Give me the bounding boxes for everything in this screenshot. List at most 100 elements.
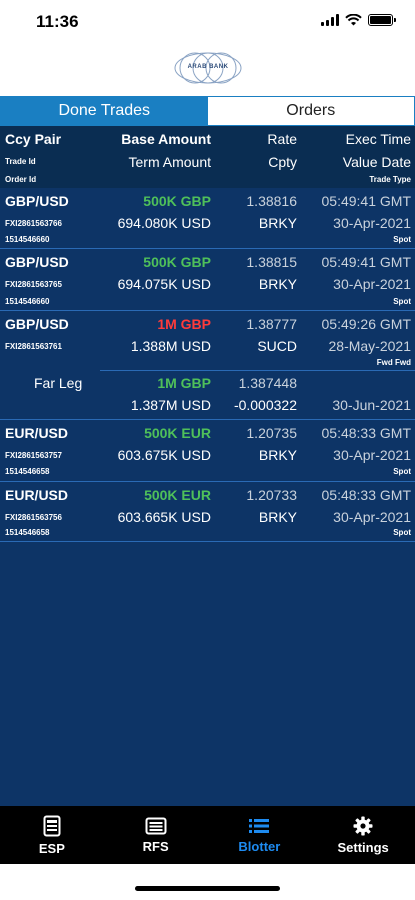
home-area (0, 864, 415, 900)
trade-id: FXI2861563765 (5, 280, 62, 289)
trade-type: Fwd Fwd (376, 358, 411, 367)
order-id: 1514546658 (5, 467, 50, 476)
trade-id: FXI2861563756 (5, 513, 62, 522)
exec-time: 05:49:26 GMT (321, 316, 412, 332)
far-leg-rate: 1.387448 (238, 375, 297, 391)
base-amount: 1M GBP (157, 316, 211, 332)
rate: 1.38816 (246, 193, 297, 209)
ccy-pair: GBP/USD (5, 254, 69, 270)
value-date: 30-Apr-2021 (333, 447, 411, 463)
far-leg-divider (100, 370, 415, 371)
ccy-pair: EUR/USD (5, 425, 69, 441)
status-bar: 11:36 (0, 0, 415, 46)
nav-esp[interactable]: ESP (0, 806, 104, 864)
far-leg-term-amount: 1.387M USD (130, 397, 211, 413)
order-id: 1514546660 (5, 235, 50, 244)
gear-icon (353, 816, 373, 835)
blotter-icon (249, 818, 270, 833)
value-date: 30-Apr-2021 (333, 509, 411, 525)
nav-blotter-label: Blotter (238, 838, 281, 854)
exec-time: 05:49:41 GMT (321, 193, 412, 209)
logo-text: ARAB BANK (187, 64, 229, 70)
order-id: 1514546660 (5, 297, 50, 306)
bank-logo: ARAB BANK (173, 50, 243, 86)
nav-settings[interactable]: Settings (311, 806, 415, 864)
rfs-icon (145, 817, 167, 834)
trade-id: FXI2861563757 (5, 451, 62, 460)
far-leg-base-amount: 1M GBP (157, 375, 211, 391)
term-amount: 603.675K USD (117, 447, 211, 463)
header-trade-type: Trade Type (369, 175, 411, 184)
trade-row[interactable]: GBP/USD FXI2861563761 1M GBP 1.388M USD … (0, 311, 415, 420)
cpty: SUCD (257, 338, 297, 354)
nav-esp-label: ESP (38, 840, 65, 856)
wifi-icon (345, 14, 362, 26)
trade-type: Spot (393, 297, 411, 306)
nav-blotter[interactable]: Blotter (208, 806, 312, 864)
base-amount: 500K GBP (143, 193, 211, 209)
ccy-pair: GBP/USD (5, 316, 69, 332)
nav-settings-label: Settings (337, 839, 389, 855)
rate: 1.38815 (246, 254, 297, 270)
tab-done-trades[interactable]: Done Trades (1, 97, 208, 125)
ccy-pair: GBP/USD (5, 193, 69, 209)
ccy-pair: EUR/USD (5, 487, 69, 503)
header-exec-time[interactable]: Exec Time (346, 131, 411, 147)
battery-icon (368, 14, 396, 26)
nav-rfs-label: RFS (142, 838, 169, 854)
base-amount: 500K GBP (143, 254, 211, 270)
trade-type: Spot (393, 528, 411, 537)
rate: 1.20733 (246, 487, 297, 503)
header-rate[interactable]: Rate (267, 131, 297, 147)
value-date: 28-May-2021 (328, 338, 412, 354)
trades-blotter: Ccy Pair Trade Id Order Id Base Amount T… (0, 126, 415, 806)
header-base-amount[interactable]: Base Amount (121, 131, 211, 147)
logo-area: ARAB BANK (0, 46, 415, 96)
trade-id: FXI2861563761 (5, 342, 62, 351)
status-time: 11:36 (36, 12, 79, 31)
exec-time: 05:49:41 GMT (321, 254, 412, 270)
header-ccy-pair[interactable]: Ccy Pair (5, 131, 61, 147)
value-date: 30-Apr-2021 (333, 276, 411, 292)
trade-row[interactable]: EUR/USD FXI2861563757 1514546658 500K EU… (0, 420, 415, 482)
header-value-date: Value Date (342, 154, 411, 170)
cpty: BRKY (258, 509, 297, 525)
cpty: BRKY (258, 276, 297, 292)
value-date: 30-Apr-2021 (333, 215, 411, 231)
far-leg-points: -0.000322 (233, 397, 297, 413)
nav-rfs[interactable]: RFS (104, 806, 208, 864)
rate: 1.38777 (246, 316, 297, 332)
trade-row[interactable]: GBP/USD FXI2861563765 1514546660 500K GB… (0, 249, 415, 311)
trade-type: Spot (393, 467, 411, 476)
rate: 1.20735 (246, 425, 297, 441)
trade-type: Spot (393, 235, 411, 244)
term-amount: 603.665K USD (117, 509, 211, 525)
header-order-id: Order Id (5, 175, 37, 184)
column-header: Ccy Pair Trade Id Order Id Base Amount T… (0, 126, 415, 188)
far-leg-label: Far Leg (34, 375, 83, 391)
order-id: 1514546658 (5, 528, 50, 537)
term-amount: 694.080K USD (117, 215, 211, 231)
signal-icon (321, 14, 339, 26)
term-amount: 694.075K USD (117, 276, 211, 292)
cpty: BRKY (258, 215, 297, 231)
home-indicator[interactable] (135, 886, 280, 891)
header-cpty: Cpty (268, 154, 297, 170)
esp-icon (43, 815, 61, 836)
far-leg-value-date: 30-Jun-2021 (332, 397, 411, 413)
exec-time: 05:48:33 GMT (321, 425, 412, 441)
base-amount: 500K EUR (144, 487, 211, 503)
exec-time: 05:48:33 GMT (321, 487, 412, 503)
cpty: BRKY (258, 447, 297, 463)
trade-row[interactable]: GBP/USD FXI2861563766 1514546660 500K GB… (0, 188, 415, 249)
bottom-nav: ESP RFS Blotter Settings (0, 806, 415, 864)
header-trade-id: Trade Id (5, 157, 36, 166)
status-icons (321, 14, 396, 26)
tab-orders[interactable]: Orders (207, 97, 414, 125)
term-amount: 1.388M USD (130, 338, 211, 354)
trade-id: FXI2861563766 (5, 219, 62, 228)
header-term-amount: Term Amount (128, 154, 211, 170)
trade-row[interactable]: EUR/USD FXI2861563756 1514546658 500K EU… (0, 482, 415, 542)
base-amount: 500K EUR (144, 425, 211, 441)
blotter-tabs: Done Trades Orders (0, 96, 415, 126)
